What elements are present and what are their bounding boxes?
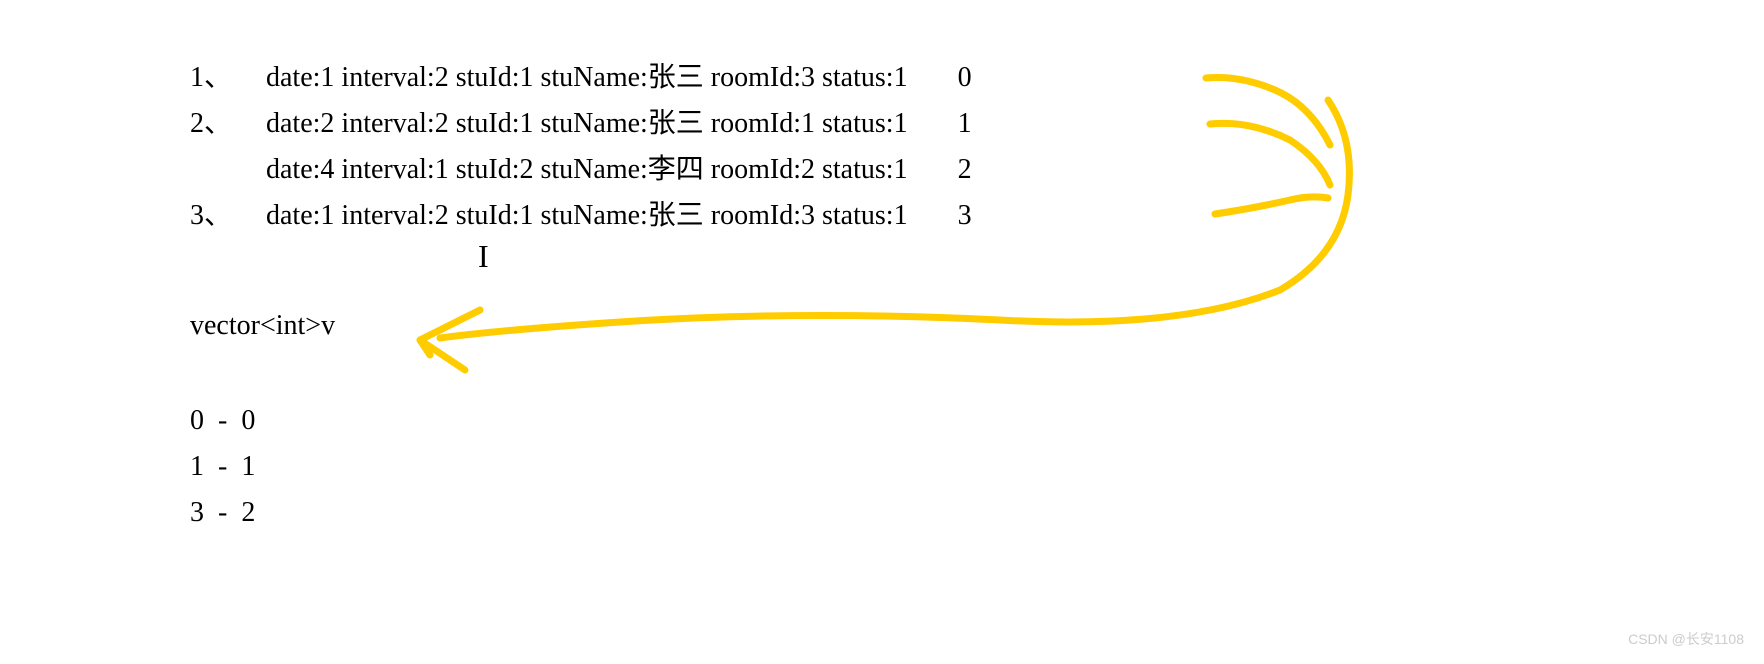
watermark: CSDN @长安1108 [1628,629,1744,649]
row-content: date:4 interval:1 stuId:2 stuName:李四 roo… [266,147,908,193]
mapping-row: 0 - 0 [190,398,255,444]
data-row: 1、date:1 interval:2 stuId:1 stuName:张三 r… [190,55,972,101]
mapping-row: 1 - 1 [190,444,255,490]
mapping-row: 3 - 2 [190,490,255,536]
data-row: 2、date:2 interval:2 stuId:1 stuName:张三 r… [190,101,972,147]
row-index: 3 [958,193,972,239]
row-prefix: 3、 [190,193,266,239]
mapping-list: 0 - 01 - 13 - 2 [190,398,255,536]
data-rows: 1、date:1 interval:2 stuId:1 stuName:张三 r… [190,55,972,239]
row-index: 0 [958,55,972,101]
row-prefix: 1、 [190,55,266,101]
vector-declaration: vector<int>v [190,310,335,342]
data-row: date:4 interval:1 stuId:2 stuName:李四 roo… [190,147,972,193]
data-row: 3、date:1 interval:2 stuId:1 stuName:张三 r… [190,193,972,239]
text-caret-icon: I [478,238,489,275]
row-content: date:1 interval:2 stuId:1 stuName:张三 roo… [266,193,908,239]
row-content: date:1 interval:2 stuId:1 stuName:张三 roo… [266,55,908,101]
row-index: 2 [958,147,972,193]
row-content: date:2 interval:2 stuId:1 stuName:张三 roo… [266,101,908,147]
row-prefix: 2、 [190,101,266,147]
row-index: 1 [958,101,972,147]
